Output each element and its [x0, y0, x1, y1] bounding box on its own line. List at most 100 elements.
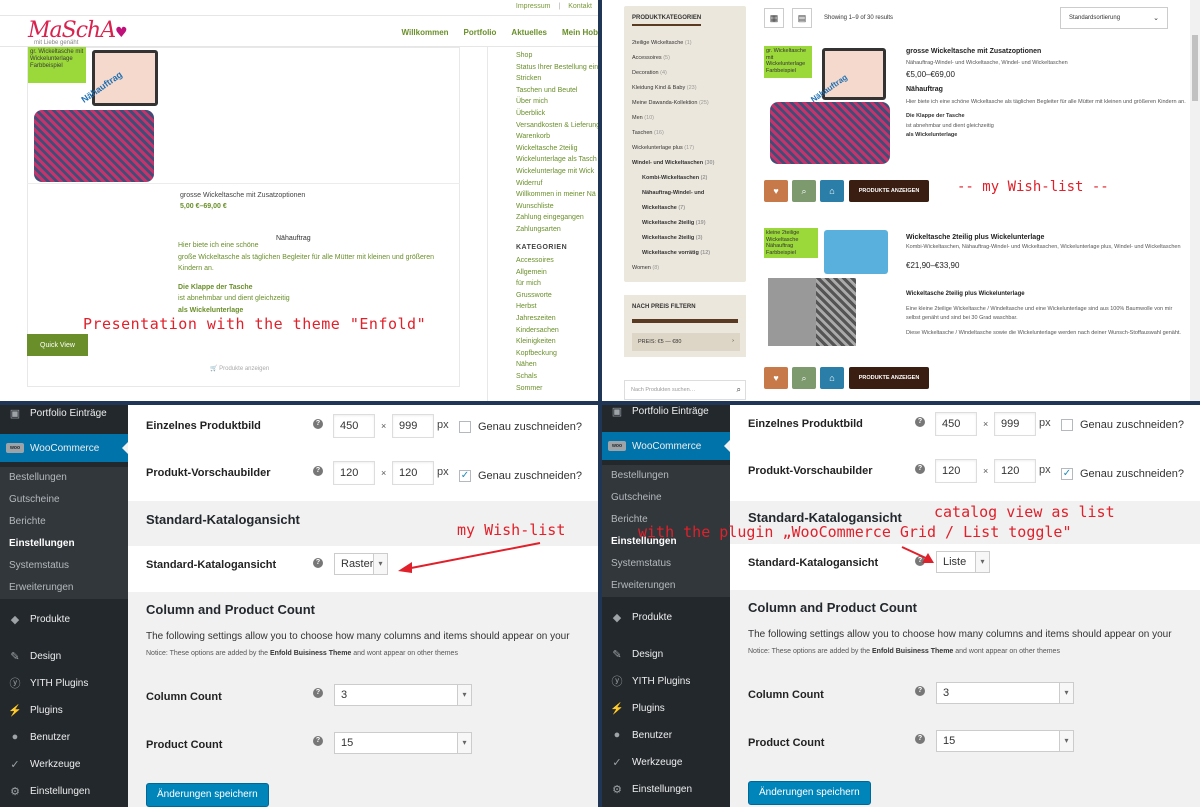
product-image-bag[interactable]	[92, 50, 158, 106]
price-filter-button[interactable]: PREIS: €5 — €80 ›	[632, 333, 740, 351]
menu-woocommerce[interactable]: woo WooCommerce	[602, 432, 730, 460]
impressum-link[interactable]: Impressum	[516, 3, 551, 10]
sidebar-link[interactable]: Widerruf	[516, 178, 598, 190]
sidebar-link[interactable]: Wunschliste	[516, 201, 598, 213]
thumbnail-height-input[interactable]: 120	[392, 461, 434, 485]
menu-produkte[interactable]: ◆ Produkte	[602, 603, 730, 631]
wishlist-button[interactable]: ♥	[764, 180, 788, 202]
menu-einstellungen[interactable]: ⚙ Einstellungen	[602, 775, 730, 803]
help-icon[interactable]: ?	[313, 466, 323, 476]
category-link[interactable]: Sommer	[516, 383, 598, 395]
thumbnail-height-input[interactable]: 120	[994, 459, 1036, 483]
menu-werkzeuge[interactable]: ✓ Werkzeuge	[0, 750, 128, 778]
menu-design[interactable]: ✎ Design	[602, 640, 730, 668]
menu-werkzeuge[interactable]: ✓ Werkzeuge	[602, 748, 730, 776]
category-item[interactable]: Accessoires (5)	[632, 51, 744, 66]
help-icon[interactable]: ?	[313, 688, 323, 698]
show-products-button[interactable]: PRODUKTE ANZEIGEN	[849, 367, 929, 389]
nav-aktuelles[interactable]: Aktuelles	[511, 28, 547, 37]
category-item[interactable]: 2teilige Wickeltasche (1)	[632, 36, 744, 51]
help-icon[interactable]: ?	[313, 558, 323, 568]
product-title[interactable]: grosse Wickeltasche mit Zusatzoptionen	[906, 48, 1041, 55]
show-products-button[interactable]: PRODUKTE ANZEIGEN	[849, 180, 929, 202]
sidebar-link[interactable]: Shop	[516, 50, 598, 62]
menu-design[interactable]: ✎ Design	[0, 642, 128, 670]
product-title[interactable]: Wickeltasche 2teilig plus Wickelunterlag…	[906, 234, 1044, 241]
sidebar-link[interactable]: Status Ihrer Bestellung ein	[516, 62, 598, 74]
product-title[interactable]: grosse Wickeltasche mit Zusatzoptionen	[180, 192, 305, 199]
category-item[interactable]: Meine Dawanda-Kollektion (25)	[632, 96, 744, 111]
nav-portfolio[interactable]: Portfolio	[464, 28, 497, 37]
sidebar-link[interactable]: Warenkorb	[516, 131, 598, 143]
category-item[interactable]: Wickeltasche vorrätig (12)	[632, 246, 744, 261]
category-item[interactable]: Kleidung Kind & Baby (23)	[632, 81, 744, 96]
category-link[interactable]: Kopfbeckung	[516, 348, 598, 360]
menu-plugins[interactable]: ⚡ Plugins	[0, 696, 128, 724]
category-item[interactable]: Wickelunterlage plus (17)	[632, 141, 744, 156]
product-count-select[interactable]: 15 ▾	[334, 732, 472, 754]
single-image-width-input[interactable]: 450	[935, 412, 977, 436]
category-link[interactable]: Accessoires	[516, 255, 598, 267]
help-icon[interactable]: ?	[915, 686, 925, 696]
category-link[interactable]: Kleinigkeiten	[516, 336, 598, 348]
category-item[interactable]: Taschen (16)	[632, 126, 744, 141]
column-count-select[interactable]: 3 ▾	[334, 684, 472, 706]
menu-portfolio[interactable]: ▣ Portfolio Einträge	[602, 405, 730, 425]
single-image-height-input[interactable]: 999	[994, 412, 1036, 436]
category-link[interactable]: Herbst	[516, 301, 598, 313]
menu-benutzer[interactable]: ● Benutzer	[0, 723, 128, 751]
single-image-height-input[interactable]: 999	[392, 414, 434, 438]
category-link[interactable]: Jahreszeiten	[516, 313, 598, 325]
category-link[interactable]: Schals	[516, 371, 598, 383]
sidebar-link[interactable]: Wickelunterlage als Tasch	[516, 154, 598, 166]
submenu-erweiterungen[interactable]: Erweiterungen	[0, 577, 128, 599]
help-icon[interactable]: ?	[915, 734, 925, 744]
product-image-mat[interactable]	[34, 110, 154, 182]
category-link[interactable]: Kindersachen	[516, 325, 598, 337]
sidebar-link[interactable]: Überblick	[516, 108, 598, 120]
quick-view-button[interactable]: Quick View	[27, 334, 88, 356]
thumbnail-width-input[interactable]: 120	[935, 459, 977, 483]
single-image-crop-checkbox[interactable]	[1061, 419, 1073, 431]
menu-yith[interactable]: ⓨ YITH Plugins	[602, 667, 730, 695]
thumbnail-crop-checkbox[interactable]: ✓	[459, 470, 471, 482]
list-view-button[interactable]: ▤	[792, 8, 812, 28]
gift-button[interactable]: ⌂	[820, 367, 844, 389]
submenu-bestellungen[interactable]: Bestellungen	[602, 465, 730, 487]
menu-benutzer[interactable]: ● Benutzer	[602, 721, 730, 749]
product-count-select[interactable]: 15 ▾	[936, 730, 1074, 752]
submenu-systemstatus[interactable]: Systemstatus	[0, 555, 128, 577]
help-icon[interactable]: ?	[313, 419, 323, 429]
category-item[interactable]: Men (10)	[632, 111, 744, 126]
wishlist-button[interactable]: ♥	[764, 367, 788, 389]
submenu-gutscheine[interactable]: Gutscheine	[602, 487, 730, 509]
sidebar-link[interactable]: Taschen und Beutel	[516, 85, 598, 97]
menu-portfolio[interactable]: ▣ Portfolio Einträge	[0, 405, 128, 427]
scrollbar-thumb[interactable]	[1192, 35, 1198, 101]
sidebar-link[interactable]: Zahlung eingegangen	[516, 212, 598, 224]
column-count-select[interactable]: 3 ▾	[936, 682, 1074, 704]
save-button[interactable]: Änderungen speichern	[748, 781, 871, 805]
category-link[interactable]: für mich	[516, 278, 598, 290]
single-image-crop-checkbox[interactable]	[459, 421, 471, 433]
category-link[interactable]: Grussworte	[516, 290, 598, 302]
kontakt-link[interactable]: Kontakt	[568, 3, 592, 10]
grid-view-button[interactable]: ▦	[764, 8, 784, 28]
save-button[interactable]: Änderungen speichern	[146, 783, 269, 807]
menu-yith[interactable]: ⓨ YITH Plugins	[0, 669, 128, 697]
nav-mein-hobby[interactable]: Mein Hob	[562, 28, 598, 37]
help-icon[interactable]: ?	[313, 736, 323, 746]
category-item[interactable]: Kombi-Wickeltaschen (2)	[632, 171, 744, 186]
sidebar-link[interactable]: Wickelunterlage mit Wick	[516, 166, 598, 178]
sidebar-link[interactable]: Zahlungsarten	[516, 224, 598, 236]
submenu-gutscheine[interactable]: Gutscheine	[0, 489, 128, 511]
sidebar-link[interactable]: Willkommen in meiner Nä	[516, 189, 598, 201]
menu-produkte[interactable]: ◆ Produkte	[0, 605, 128, 633]
category-link[interactable]: Allgemein	[516, 267, 598, 279]
product-search-input[interactable]: Nach Produkten suchen… ⌕	[624, 380, 746, 400]
category-item[interactable]: Wickeltasche 2teilig (19)	[632, 216, 744, 231]
price-slider[interactable]	[632, 319, 738, 323]
quick-view-button[interactable]: ⌕	[792, 367, 816, 389]
sidebar-link[interactable]: Versandkosten & Lieferung	[516, 120, 598, 132]
sidebar-link[interactable]: Stricken	[516, 73, 598, 85]
